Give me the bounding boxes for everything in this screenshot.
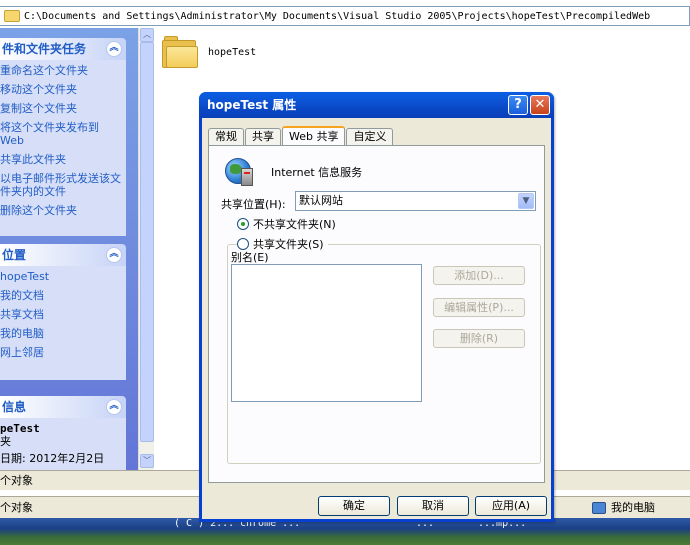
tab-web-sharing[interactable]: Web 共享 — [282, 126, 346, 146]
edit-properties-button[interactable]: 编辑属性(P)... — [433, 298, 525, 317]
status-computer-label: 我的电脑 — [611, 501, 655, 514]
details-date: 日期: 2012年2月2日 — [0, 452, 105, 465]
iis-globe-icon — [225, 156, 257, 188]
task-panel-header[interactable]: 件和文件夹任务 ︽ — [0, 38, 126, 60]
task-move[interactable]: 移动这个文件夹 — [0, 83, 126, 96]
share-location-select[interactable]: 默认网站 ▼ — [295, 191, 536, 211]
details-name: peTest — [0, 422, 40, 435]
share-location-value: 默认网站 — [299, 194, 343, 207]
collapse-chevron-icon[interactable]: ︽ — [106, 41, 122, 57]
properties-dialog: hopeTest 属性 ? ✕ 常规 共享 Web 共享 自定义 Interne… — [199, 92, 554, 522]
place-hopetest[interactable]: hopeTest — [0, 270, 126, 283]
task-panel-body: 重命名这个文件夹 移动这个文件夹 复制这个文件夹 将这个文件夹发布到 Web 共… — [0, 60, 126, 236]
places-panel-body: hopeTest 我的文档 共享文档 我的电脑 网上邻居 — [0, 266, 126, 380]
place-my-documents[interactable]: 我的文档 — [0, 289, 126, 302]
radio-no-share-label: 不共享文件夹(N) — [253, 218, 336, 231]
task-pane: 件和文件夹任务 ︽ 重命名这个文件夹 移动这个文件夹 复制这个文件夹 将这个文件… — [0, 28, 138, 470]
radio-no-share[interactable]: 不共享文件夹(N) — [237, 216, 336, 232]
add-alias-button[interactable]: 添加(D)... — [433, 266, 525, 285]
remove-alias-button[interactable]: 删除(R) — [433, 329, 525, 348]
dialog-title: hopeTest 属性 — [207, 98, 297, 112]
collapse-chevron-icon[interactable]: ︽ — [106, 247, 122, 263]
collapse-chevron-icon[interactable]: ︽ — [106, 399, 122, 415]
status-my-computer: 我的电脑 — [592, 497, 655, 519]
apply-button[interactable]: 应用(A) — [475, 496, 547, 516]
folder-item[interactable]: hopeTest — [162, 36, 256, 68]
iis-label: Internet 信息服务 — [271, 166, 363, 179]
alias-list[interactable] — [231, 264, 422, 402]
scroll-down-icon[interactable]: ﹀ — [140, 454, 154, 468]
share-location-label: 共享位置(H): — [221, 198, 286, 211]
task-share[interactable]: 共享此文件夹 — [0, 153, 126, 166]
chevron-down-icon[interactable]: ▼ — [518, 193, 534, 209]
tab-customize[interactable]: 自定义 — [346, 128, 394, 145]
scroll-thumb[interactable] — [140, 42, 154, 442]
scroll-up-icon[interactable]: ︿ — [140, 28, 154, 42]
task-email[interactable]: 以电子邮件形式发送该文件夹内的文件 — [0, 172, 126, 198]
details-type: 夹 — [0, 435, 11, 448]
details-panel-body: peTest 夹 日期: 2012年2月2日 — [0, 418, 126, 470]
taskbar: ( C ) 2... chrome ... ... ...mp... — [0, 518, 690, 545]
tab-sharing[interactable]: 共享 — [245, 128, 281, 145]
dialog-titlebar[interactable]: hopeTest 属性 ? ✕ — [199, 92, 554, 118]
radio-no-share-button[interactable] — [237, 218, 249, 230]
task-delete[interactable]: 删除这个文件夹 — [0, 204, 126, 217]
details-panel-title: 信息 — [2, 400, 27, 414]
task-copy[interactable]: 复制这个文件夹 — [0, 102, 126, 115]
status-object-count-2: 个对象 — [0, 501, 33, 514]
task-rename[interactable]: 重命名这个文件夹 — [0, 64, 126, 77]
help-button[interactable]: ? — [508, 95, 528, 115]
task-publish-web[interactable]: 将这个文件夹发布到 Web — [0, 121, 126, 147]
close-button[interactable]: ✕ — [530, 95, 550, 115]
tab-general[interactable]: 常规 — [208, 128, 244, 145]
place-shared-documents[interactable]: 共享文档 — [0, 308, 126, 321]
task-pane-scrollbar[interactable]: ︿ ﹀ — [138, 28, 154, 470]
details-panel-header[interactable]: 信息 ︽ — [0, 396, 126, 418]
ok-button[interactable]: 确定 — [318, 496, 390, 516]
tab-strip: 常规 共享 Web 共享 自定义 — [208, 125, 394, 146]
folder-icon — [162, 36, 198, 68]
cancel-button[interactable]: 取消 — [397, 496, 469, 516]
status-object-count: 个对象 — [0, 474, 33, 487]
iis-row: Internet 信息服务 — [225, 156, 362, 188]
places-panel-title: 位置 — [2, 248, 27, 262]
address-path[interactable]: C:\Documents and Settings\Administrator\… — [24, 11, 650, 22]
places-panel-header[interactable]: 位置 ︽ — [0, 244, 126, 266]
address-bar[interactable]: C:\Documents and Settings\Administrator\… — [0, 6, 690, 26]
place-network[interactable]: 网上邻居 — [0, 346, 126, 359]
web-sharing-page: Internet 信息服务 共享位置(H): 默认网站 ▼ 不共享文件夹(N) … — [208, 145, 545, 483]
computer-icon — [592, 502, 606, 514]
folder-name: hopeTest — [208, 46, 257, 58]
folder-icon — [4, 10, 20, 22]
task-panel-title: 件和文件夹任务 — [2, 42, 87, 56]
place-my-computer[interactable]: 我的电脑 — [0, 327, 126, 340]
alias-label: 别名(E) — [231, 251, 269, 264]
